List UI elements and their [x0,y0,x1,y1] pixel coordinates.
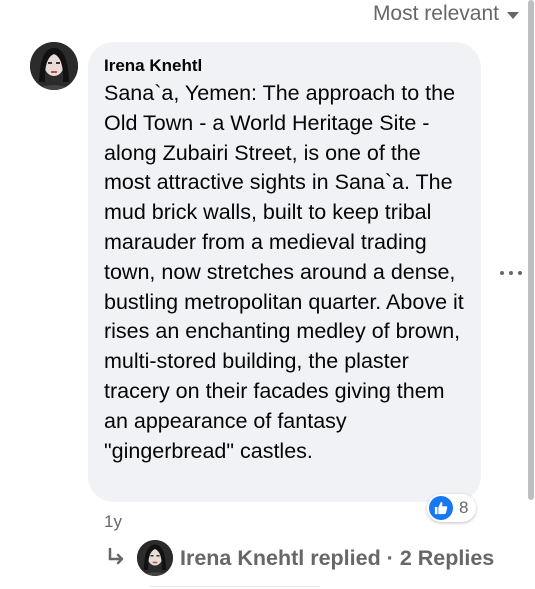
like-icon [429,496,453,520]
reaction-summary[interactable]: 8 [427,494,477,522]
comment-author[interactable]: Irena Knehtl [104,56,465,76]
view-replies-link[interactable]: Irena Knehtl replied · 2 Replies [180,546,494,571]
sort-dropdown[interactable]: Most relevant [373,2,519,26]
comment-bubble: Irena Knehtl Sana`a, Yemen: The approach… [88,42,481,502]
reply-avatar-image [137,540,173,576]
more-options-icon[interactable] [500,265,522,281]
scrollbar[interactable] [527,0,535,500]
comment-text: Sana`a, Yemen: The approach to the Old T… [104,81,464,463]
comment-timestamp[interactable]: 1y [104,512,122,532]
avatar-image [30,42,78,90]
sort-label: Most relevant [372,2,499,25]
reaction-count: 8 [459,498,469,517]
reply-avatar [137,540,173,576]
caret-down-icon [507,12,519,19]
reply-arrow-icon [106,547,128,574]
divider [150,586,320,587]
scrollbar-thumb[interactable] [528,0,534,500]
avatar[interactable] [30,42,78,90]
